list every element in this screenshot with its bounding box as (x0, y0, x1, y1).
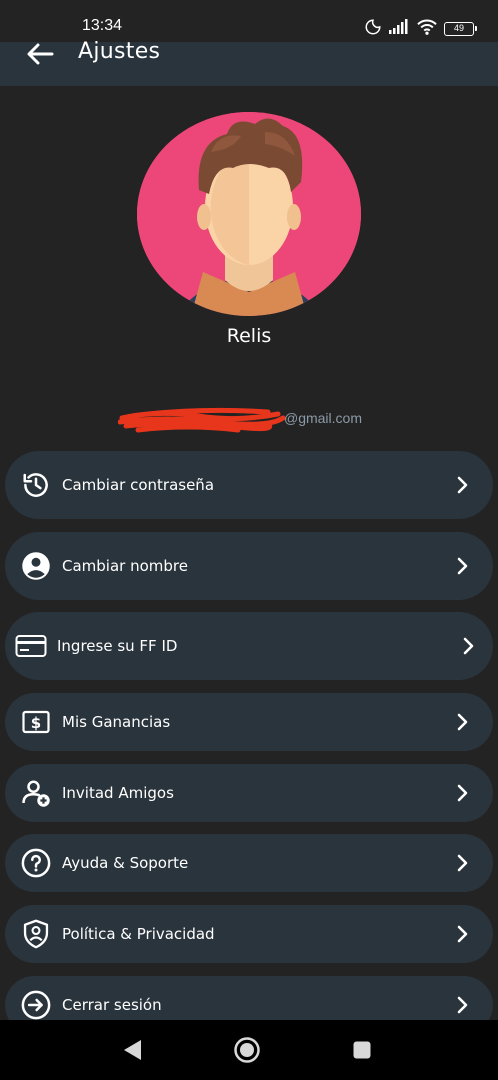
help-circle-icon (20, 847, 52, 879)
chevron-right-icon (455, 783, 471, 803)
logout-circle-icon (20, 989, 52, 1021)
system-nav-bar (0, 1020, 498, 1080)
back-button[interactable] (22, 42, 58, 66)
menu-item-change-password[interactable]: Cambiar contraseña (5, 451, 493, 519)
email: @gmail.com (118, 406, 378, 436)
history-icon (20, 469, 52, 501)
status-bar: 13:34 49 (0, 0, 498, 44)
wifi-icon (416, 18, 438, 40)
menu-item-help-support[interactable]: Ayuda & Soporte (5, 834, 493, 892)
chevron-right-icon (455, 995, 471, 1015)
menu-item-label: Ayuda & Soporte (62, 854, 189, 872)
page-title: Ajustes (78, 39, 161, 64)
account-circle-icon (20, 550, 52, 582)
recents-square-icon[interactable] (348, 1036, 376, 1064)
username: Relis (226, 325, 272, 347)
email-text: @gmail.com (283, 410, 362, 426)
home-circle-icon[interactable] (233, 1036, 261, 1064)
chevron-right-icon (455, 853, 471, 873)
signal-icon (388, 19, 410, 39)
menu-item-label: Mis Ganancias (62, 713, 171, 731)
moon-icon (364, 18, 382, 40)
chevron-right-icon (455, 712, 471, 732)
app-bar: Ajustes (0, 39, 498, 86)
menu-item-label: Política & Privacidad (62, 925, 215, 943)
battery-icon: 49 (444, 22, 477, 36)
chevron-right-icon (455, 475, 471, 495)
menu-item-label: Cambiar contraseña (62, 476, 215, 494)
menu-item-change-name[interactable]: Cambiar nombre (5, 532, 493, 600)
redaction-scribble (118, 407, 286, 433)
menu-item-ff-id[interactable]: Ingrese su FF ID (5, 612, 493, 680)
svg-text:$: $ (31, 714, 41, 732)
menu-item-privacy-policy[interactable]: Política & Privacidad (5, 905, 493, 963)
arrow-left-icon (27, 43, 54, 65)
menu-item-invite-friends[interactable]: Invitad Amigos (5, 764, 493, 822)
avatar[interactable] (137, 112, 361, 316)
dollar-box-icon: $ (20, 706, 52, 738)
menu-item-label: Invitad Amigos (62, 784, 174, 802)
add-user-icon (20, 777, 52, 809)
menu-item-label: Cambiar nombre (62, 557, 188, 575)
menu-item-earnings[interactable]: $ Mis Ganancias (5, 693, 493, 751)
chevron-right-icon (455, 924, 471, 944)
back-triangle-icon[interactable] (118, 1036, 146, 1064)
status-time: 13:34 (82, 17, 123, 34)
credit-card-icon (15, 630, 47, 662)
chevron-right-icon (461, 636, 477, 656)
status-icons: 49 (364, 18, 477, 40)
chevron-right-icon (455, 556, 471, 576)
menu-item-label: Cerrar sesión (62, 996, 162, 1014)
shield-user-icon (20, 918, 52, 950)
menu-item-label: Ingrese su FF ID (57, 637, 178, 655)
